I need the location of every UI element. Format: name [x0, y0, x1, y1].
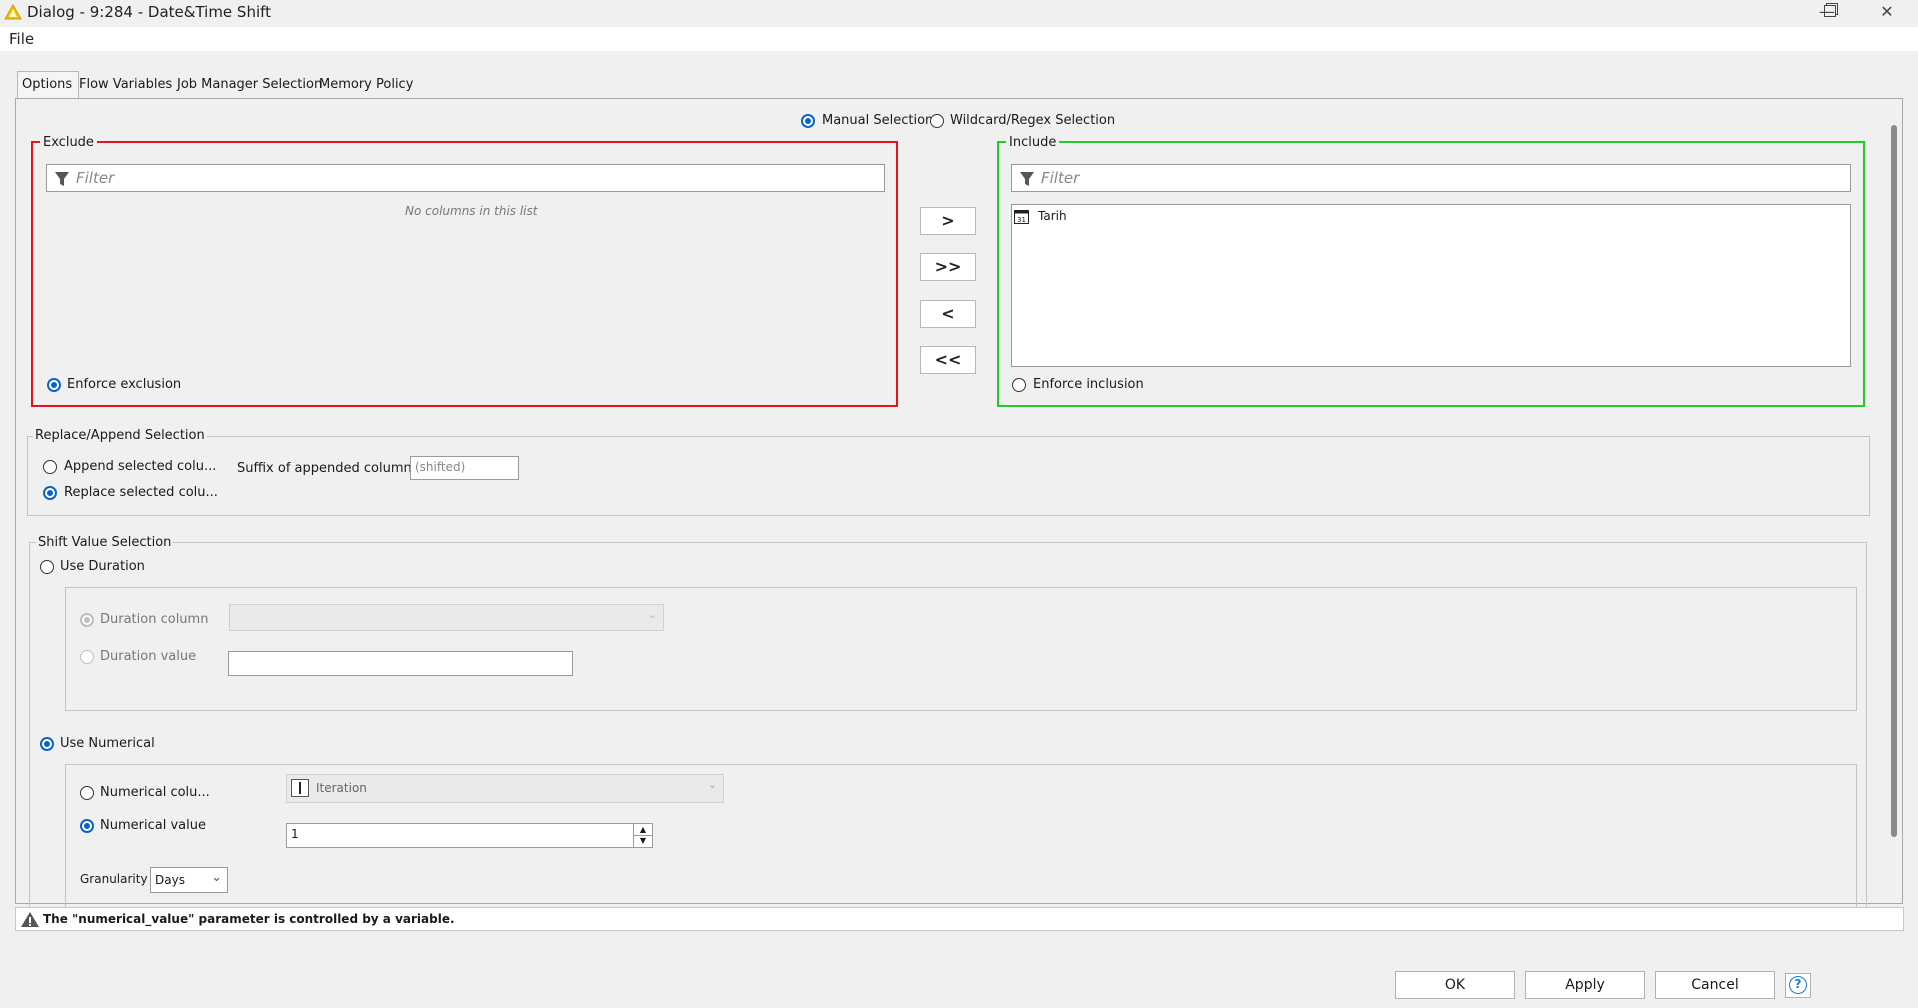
chevron-left-icon: <: [941, 304, 955, 323]
calendar-icon: 31: [1014, 210, 1029, 224]
replace-selected-columns-radio[interactable]: [43, 486, 57, 500]
enforce-exclusion-radio[interactable]: [47, 378, 61, 392]
include-title: Include: [1006, 135, 1060, 150]
include-column-list[interactable]: 31 Tarih: [1011, 204, 1851, 367]
use-duration-label: Use Duration: [60, 559, 145, 574]
duration-column-radio[interactable]: [80, 613, 94, 627]
remove-button[interactable]: <: [920, 300, 976, 328]
granularity-label: Granularity: [80, 872, 148, 886]
append-selected-columns-radio[interactable]: [43, 460, 57, 474]
chevron-right-icon: >: [941, 211, 955, 230]
replace-append-title: Replace/Append Selection: [33, 428, 207, 443]
cancel-button[interactable]: Cancel: [1655, 971, 1775, 999]
tab-job-manager-selection[interactable]: Job Manager Selection: [173, 72, 326, 98]
suffix-input-value: (shifted): [415, 460, 466, 474]
chevron-down-icon: ⌄: [647, 608, 657, 621]
suffix-label: Suffix of appended columns:: [237, 461, 423, 476]
wildcard-regex-selection-label: Wildcard/Regex Selection: [950, 113, 1116, 128]
numerical-column-value: Iteration: [316, 781, 367, 795]
apply-button[interactable]: Apply: [1525, 971, 1645, 999]
tab-flow-variables[interactable]: Flow Variables: [75, 72, 176, 98]
exclude-filter-input[interactable]: Filter: [46, 164, 885, 192]
granularity-select[interactable]: Days ⌄: [150, 867, 228, 893]
duration-value-input[interactable]: [228, 651, 573, 676]
include-filter-placeholder: Filter: [1041, 169, 1080, 187]
title-bar: Dialog - 9:284 - Date&Time Shift — ✕: [0, 0, 1918, 24]
numerical-value-radio[interactable]: [80, 819, 94, 833]
close-icon[interactable]: ✕: [1864, 0, 1910, 24]
status-bar: The "numerical_value" parameter is contr…: [15, 907, 1904, 931]
ok-button[interactable]: OK: [1395, 971, 1515, 999]
exclude-empty-text: No columns in this list: [405, 204, 538, 218]
granularity-value: Days: [155, 873, 185, 887]
manual-selection-radio[interactable]: [801, 114, 815, 128]
help-button[interactable]: ?: [1785, 973, 1811, 998]
use-numerical-radio[interactable]: [40, 737, 54, 751]
help-icon: ?: [1789, 976, 1807, 994]
add-all-button[interactable]: >>: [920, 253, 976, 281]
list-item-label: Tarih: [1038, 209, 1067, 223]
suffix-input[interactable]: (shifted): [410, 456, 519, 480]
duration-value-label: Duration value: [100, 649, 197, 664]
numerical-value-spinner[interactable]: 1 ▲ ▼: [286, 823, 653, 848]
tab-memory-policy[interactable]: Memory Policy: [315, 72, 417, 98]
menu-file[interactable]: File: [9, 30, 34, 48]
numerical-column-radio[interactable]: [80, 786, 94, 800]
numerical-column-label: Numerical colu...: [100, 785, 210, 800]
chevron-down-icon: ⌄: [211, 870, 222, 885]
menu-bar: File: [0, 27, 1918, 51]
duration-column-label: Duration column: [100, 612, 209, 627]
integer-type-icon: [291, 779, 309, 797]
include-filter-input[interactable]: Filter: [1011, 164, 1851, 192]
numerical-value-text: 1: [291, 827, 299, 841]
restore-icon[interactable]: [1805, 0, 1855, 24]
double-chevron-right-icon: >>: [934, 257, 962, 276]
warning-icon: [21, 912, 39, 927]
spinner-down-icon[interactable]: ▼: [633, 835, 652, 847]
list-item[interactable]: 31 Tarih: [1014, 208, 1214, 226]
scrollbar-thumb[interactable]: [1891, 125, 1897, 837]
filter-icon: [55, 172, 69, 186]
append-selected-columns-label: Append selected colu...: [64, 459, 217, 474]
enforce-exclusion-label: Enforce exclusion: [67, 377, 182, 392]
numerical-column-select[interactable]: Iteration ⌄: [286, 774, 724, 803]
knime-warning-app-icon: [4, 4, 22, 20]
svg-text:31: 31: [1017, 216, 1026, 224]
exclude-filter-placeholder: Filter: [76, 169, 115, 187]
use-duration-radio[interactable]: [40, 560, 54, 574]
duration-value-radio[interactable]: [80, 650, 94, 664]
wildcard-regex-selection-radio[interactable]: [930, 114, 944, 128]
filter-icon: [1020, 172, 1034, 186]
double-chevron-left-icon: <<: [934, 350, 962, 369]
replace-append-group: [27, 436, 1870, 516]
shift-value-title: Shift Value Selection: [36, 535, 174, 550]
duration-column-select[interactable]: ⌄: [229, 604, 664, 631]
enforce-inclusion-radio[interactable]: [1012, 378, 1026, 392]
tab-options[interactable]: Options: [17, 71, 79, 99]
status-message: The "numerical_value" parameter is contr…: [43, 912, 455, 926]
exclude-title: Exclude: [40, 135, 97, 150]
window-title: Dialog - 9:284 - Date&Time Shift: [27, 3, 272, 21]
enforce-inclusion-label: Enforce inclusion: [1033, 377, 1144, 392]
use-numerical-label: Use Numerical: [60, 736, 155, 751]
remove-all-button[interactable]: <<: [920, 346, 976, 374]
add-button[interactable]: >: [920, 207, 976, 235]
chevron-down-icon: ⌄: [707, 778, 717, 791]
replace-selected-columns-label: Replace selected colu...: [64, 485, 218, 500]
numerical-value-label: Numerical value: [100, 818, 206, 833]
manual-selection-label: Manual Selection: [822, 113, 934, 128]
